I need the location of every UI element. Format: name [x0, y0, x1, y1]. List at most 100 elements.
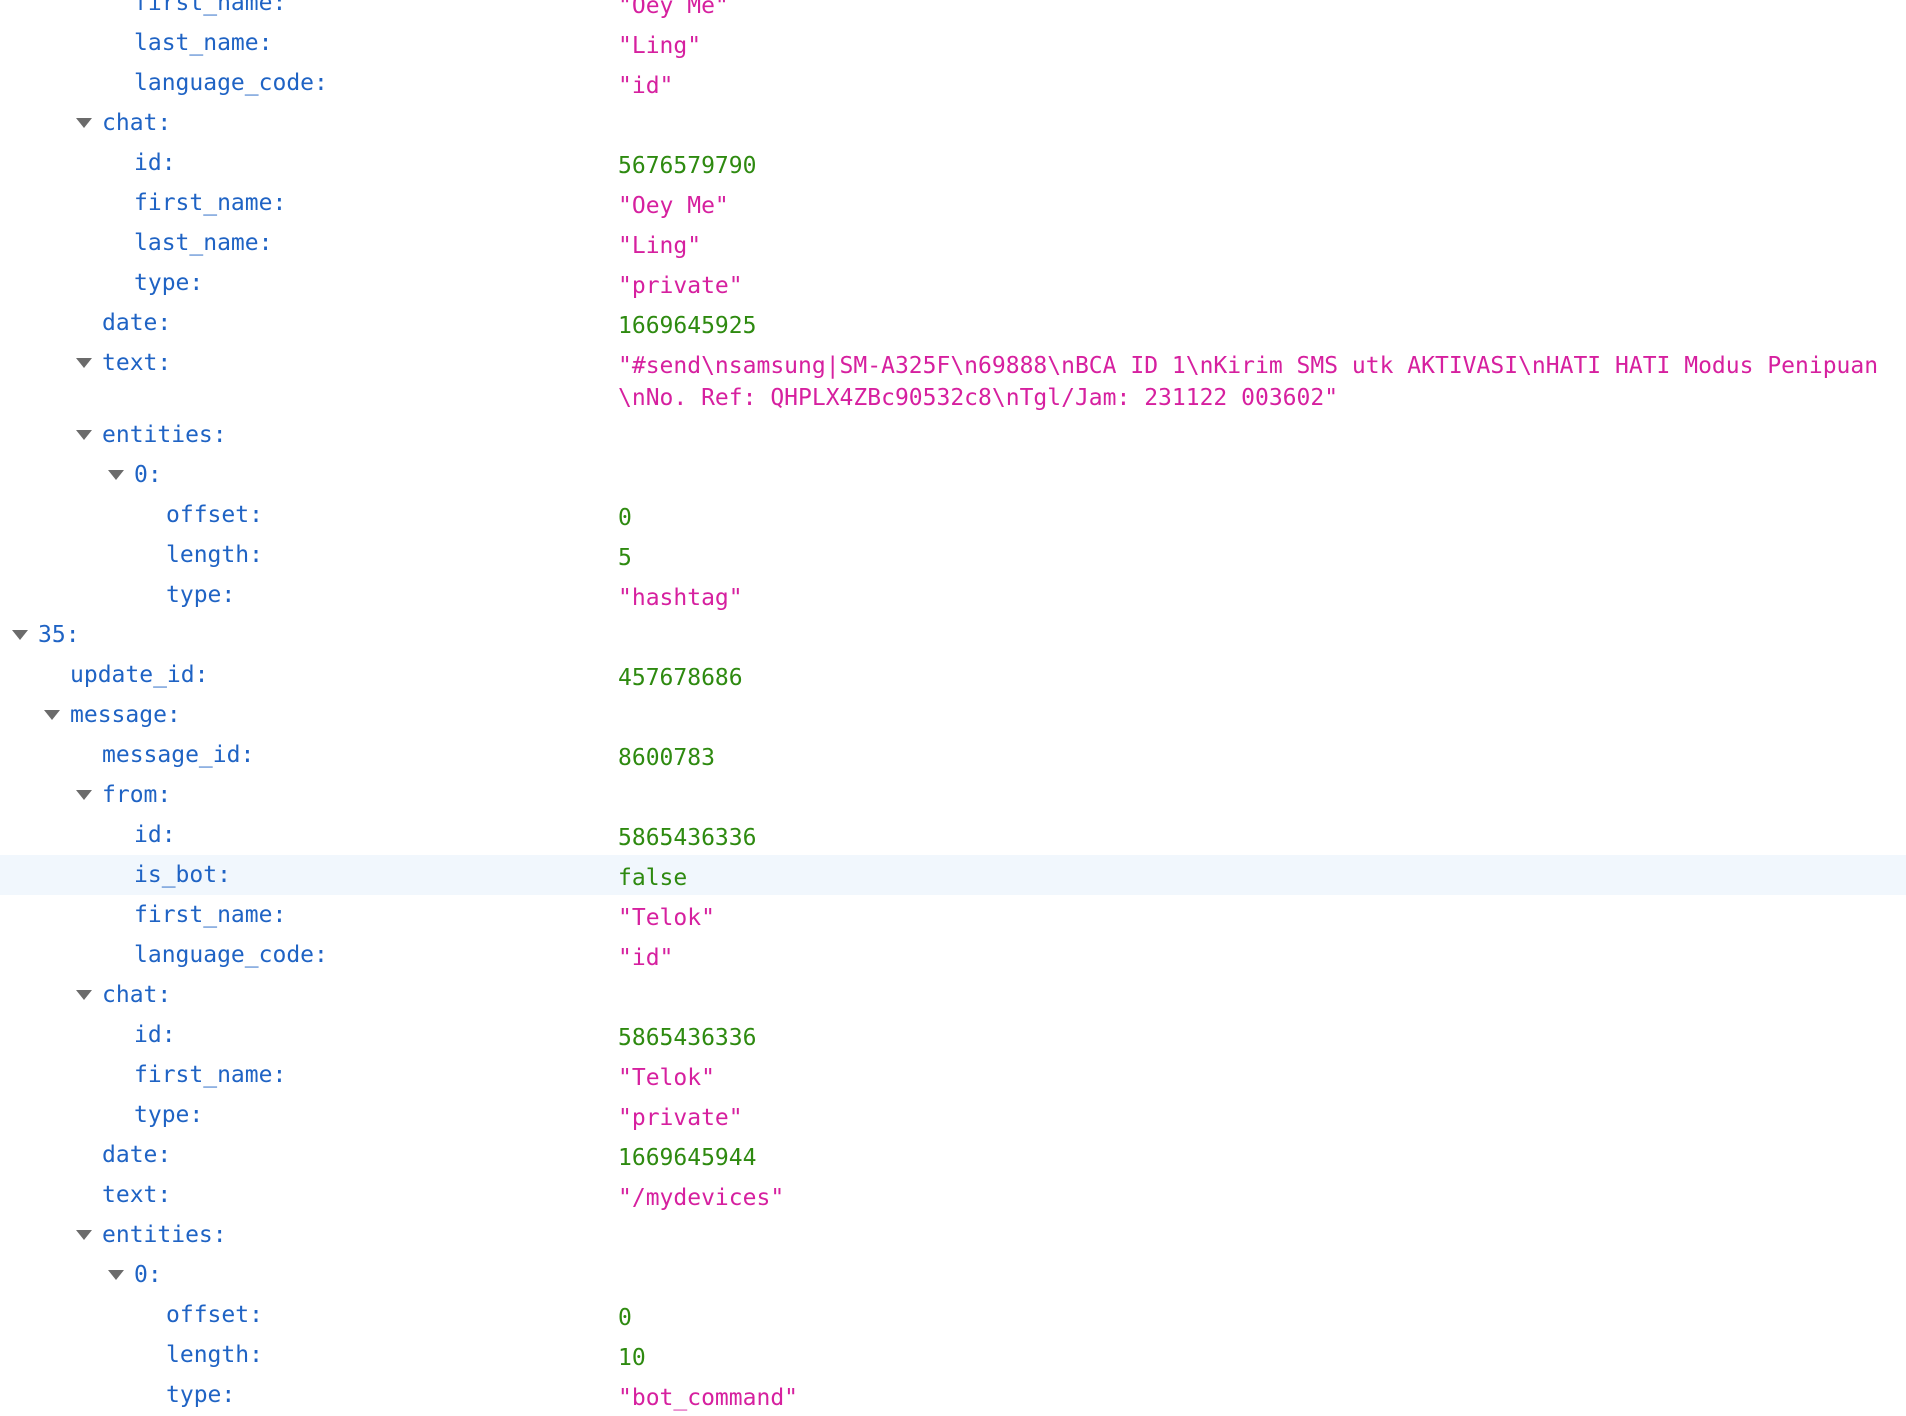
json-key: last_name: [134, 30, 273, 56]
chevron-down-icon[interactable] [76, 118, 92, 128]
chevron-down-icon[interactable] [12, 630, 28, 640]
json-row-entities[interactable]: entities: [0, 415, 1906, 455]
json-key: date: [102, 1142, 172, 1168]
json-key[interactable]: text: [102, 350, 171, 376]
json-row: last_name: "Ling" [0, 223, 1906, 263]
json-row: id: 5676579790 [0, 143, 1906, 183]
json-key: type: [134, 1102, 204, 1128]
json-value: "Ling" [618, 233, 702, 259]
json-value: "private" [618, 1105, 743, 1131]
json-key: update_id: [70, 662, 209, 688]
json-key: language_code: [134, 942, 328, 968]
json-key: date: [102, 310, 172, 336]
json-key: first_name: [134, 0, 287, 16]
json-key[interactable]: chat: [102, 982, 171, 1008]
json-row: message_id: 8600783 [0, 735, 1906, 775]
json-row-message[interactable]: message: [0, 695, 1906, 735]
json-value: 8600783 [618, 745, 715, 771]
json-row: last_name: "Ling" [0, 23, 1906, 63]
json-row-text[interactable]: text: "#send\nsamsung|SM-A325F\n69888\nBC… [0, 343, 1906, 415]
json-key: type: [134, 270, 204, 296]
json-value: "Oey Me" [618, 0, 729, 19]
json-row: length: 10 [0, 1335, 1906, 1375]
json-row-hovered[interactable]: is_bot: false [0, 855, 1906, 895]
json-row: text: "/mydevices" [0, 1175, 1906, 1215]
json-row: length: 5 [0, 535, 1906, 575]
json-key: length: [166, 542, 263, 568]
json-key: id: [134, 822, 176, 848]
json-key: type: [166, 1382, 236, 1408]
json-key: is_bot: [134, 862, 231, 888]
json-key[interactable]: chat: [102, 110, 171, 136]
json-key[interactable]: 0: [134, 1262, 162, 1288]
json-row: offset: 0 [0, 495, 1906, 535]
json-key: id: [134, 1022, 176, 1048]
json-row: language_code: "id" [0, 63, 1906, 103]
json-key: last_name: [134, 230, 273, 256]
json-value: "private" [618, 273, 743, 299]
chevron-down-icon[interactable] [76, 358, 92, 368]
json-row: date: 1669645925 [0, 303, 1906, 343]
json-value: "Oey Me" [618, 193, 729, 219]
json-key[interactable]: message: [70, 702, 181, 728]
json-row: id: 5865436336 [0, 815, 1906, 855]
json-value: "id" [618, 945, 674, 971]
json-key[interactable]: entities: [102, 1222, 227, 1248]
json-value: false [618, 865, 688, 891]
chevron-down-icon[interactable] [76, 1230, 92, 1240]
json-row: first_name: "Oey Me" [0, 0, 1906, 23]
json-value: "bot_command" [618, 1385, 799, 1411]
json-key: offset: [166, 1302, 263, 1328]
json-value: "Ling" [618, 33, 702, 59]
json-key[interactable]: from: [102, 782, 171, 808]
json-key: first_name: [134, 902, 287, 928]
json-row: first_name: "Oey Me" [0, 183, 1906, 223]
json-row-chat[interactable]: chat: [0, 975, 1906, 1015]
json-key: text: [102, 1182, 172, 1208]
json-row: first_name: "Telok" [0, 1055, 1906, 1095]
json-value: 0 [618, 505, 632, 531]
chevron-down-icon[interactable] [44, 710, 60, 720]
json-row: offset: 0 [0, 1295, 1906, 1335]
json-row: first_name: "Telok" [0, 895, 1906, 935]
json-value: 1669645925 [618, 313, 757, 339]
json-key: language_code: [134, 70, 328, 96]
json-key[interactable]: 35: [38, 622, 80, 648]
json-value: "Telok" [618, 1065, 715, 1091]
json-row: date: 1669645944 [0, 1135, 1906, 1175]
json-key: first_name: [134, 1062, 287, 1088]
json-key[interactable]: entities: [102, 422, 227, 448]
json-row-35[interactable]: 35: [0, 615, 1906, 655]
json-row: language_code: "id" [0, 935, 1906, 975]
json-value: 1669645944 [618, 1145, 757, 1171]
json-row: id: 5865436336 [0, 1015, 1906, 1055]
json-value: "#send\nsamsung|SM-A325F\n69888\nBCA ID … [618, 353, 1879, 411]
chevron-down-icon[interactable] [108, 1270, 124, 1280]
json-value: 0 [618, 1305, 632, 1331]
json-row-index[interactable]: 0: [0, 1255, 1906, 1295]
json-row-chat[interactable]: chat: [0, 103, 1906, 143]
chevron-down-icon[interactable] [76, 990, 92, 1000]
json-tree-viewer: first_name: "Oey Me" last_name: "Ling" lan… [0, 0, 1906, 1415]
json-value: "/mydevices" [618, 1185, 785, 1211]
json-row: type: "bot_command" [0, 1375, 1906, 1415]
json-row-index[interactable]: 0: [0, 455, 1906, 495]
json-value: 5865436336 [618, 825, 757, 851]
json-row: type: "private" [0, 1095, 1906, 1135]
chevron-down-icon[interactable] [76, 790, 92, 800]
json-row-from[interactable]: from: [0, 775, 1906, 815]
json-key[interactable]: 0: [134, 462, 162, 488]
json-value: 10 [618, 1345, 646, 1371]
json-row: type: "hashtag" [0, 575, 1906, 615]
json-key: offset: [166, 502, 263, 528]
json-value: 457678686 [618, 665, 743, 691]
chevron-down-icon[interactable] [108, 470, 124, 480]
json-key: type: [166, 582, 236, 608]
json-row: type: "private" [0, 263, 1906, 303]
json-key: first_name: [134, 190, 287, 216]
chevron-down-icon[interactable] [76, 430, 92, 440]
json-value: 5676579790 [618, 153, 757, 179]
json-row-entities[interactable]: entities: [0, 1215, 1906, 1255]
json-key: length: [166, 1342, 263, 1368]
json-value: "hashtag" [618, 585, 743, 611]
